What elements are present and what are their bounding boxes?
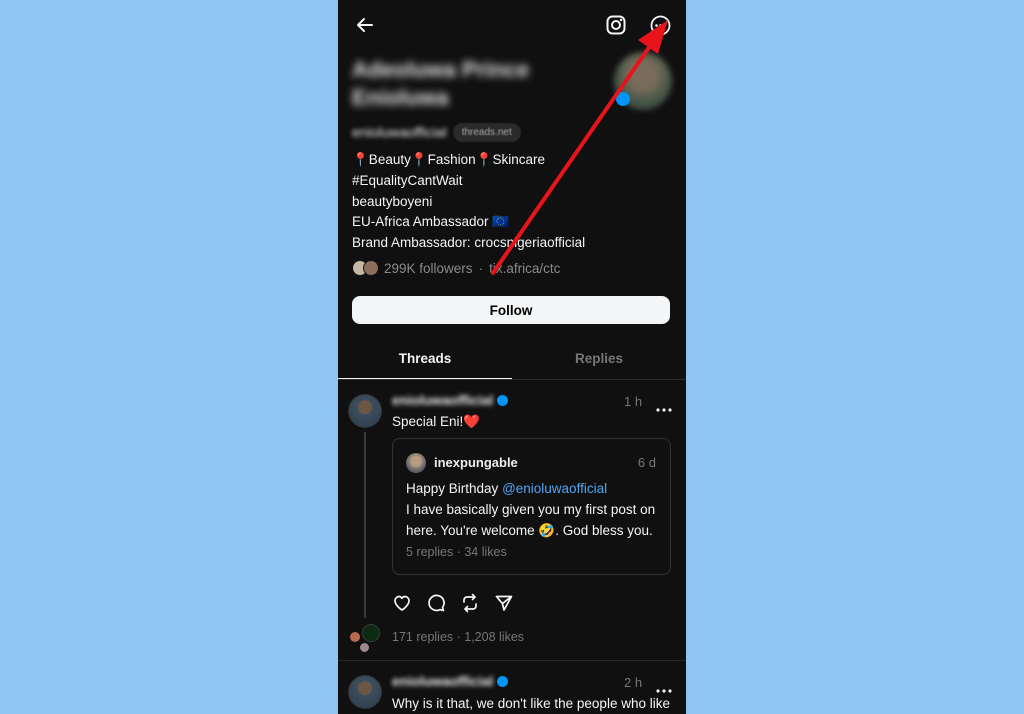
- quote-text: I have basically given you my first post…: [406, 501, 656, 538]
- handle-row: enioluwaofficial threads.net: [352, 121, 521, 143]
- verified-badge-icon: [616, 92, 630, 106]
- separator: ·: [478, 260, 484, 276]
- more-options-icon[interactable]: [649, 14, 671, 36]
- verified-badge-icon: [497, 395, 509, 406]
- post-username-row: enioluwaofficial: [392, 674, 509, 689]
- quote-time: 6 d: [637, 455, 656, 470]
- quote-body: Happy Birthday @enioluwaofficial I have …: [406, 479, 668, 541]
- bio-line: Brand Ambassador: crocsnigeriaofficial: [352, 235, 586, 251]
- repost-icon[interactable]: [460, 593, 480, 615]
- follower-avatar: [363, 260, 379, 276]
- profile-link[interactable]: tix.africa/ctc: [489, 261, 560, 276]
- post-avatar[interactable]: [348, 675, 382, 709]
- quoted-post[interactable]: inexpungable 6 d Happy Birthday @enioluw…: [392, 438, 671, 575]
- post-text: Why is it that, we don't like the people…: [392, 696, 670, 711]
- profile-name: Adeoluwa Prince Enioluwa: [352, 57, 530, 110]
- share-icon[interactable]: [494, 593, 514, 615]
- threads-profile-screen: Adeoluwa Prince Enioluwa enioluwaofficia…: [338, 0, 686, 714]
- post-actions: [392, 593, 514, 615]
- mention-link[interactable]: @enioluwaofficial: [502, 481, 607, 496]
- reply-avatar: [360, 643, 369, 652]
- reply-avatar: [350, 632, 360, 642]
- post-time: 2 h: [624, 675, 643, 690]
- back-arrow-icon[interactable]: [354, 14, 376, 36]
- bio-line: 📍Beauty📍Fashion📍Skincare: [352, 152, 546, 167]
- top-bar: [338, 0, 686, 52]
- threads-domain-pill: threads.net: [452, 122, 521, 142]
- post-more-icon[interactable]: [656, 399, 672, 417]
- post-time: 1 h: [624, 394, 643, 409]
- profile-tabs: Threads Replies: [338, 338, 686, 380]
- profile-handle: enioluwaofficial: [352, 124, 447, 140]
- quote-username[interactable]: inexpungable: [434, 455, 518, 470]
- post-divider: [338, 660, 686, 661]
- thread-line: [364, 432, 366, 618]
- bio-line[interactable]: #EqualityCantWait: [352, 171, 672, 192]
- bio-line: beautyboyeni: [352, 193, 433, 209]
- post-username-row: enioluwaofficial: [392, 393, 509, 408]
- follow-button[interactable]: Follow: [352, 296, 670, 324]
- comment-icon[interactable]: [426, 593, 446, 615]
- followers-row: 299K followers · tix.africa/ctc: [352, 258, 560, 278]
- post-stats[interactable]: 171 replies · 1,208 likes: [392, 630, 524, 644]
- bio-line: EU-Africa Ambassador 🇪🇺: [352, 214, 510, 230]
- followers-count[interactable]: 299K followers: [384, 261, 473, 276]
- instagram-icon[interactable]: [605, 14, 627, 36]
- post-text: Special Eni!❤️: [392, 414, 481, 429]
- post-avatar[interactable]: [348, 394, 382, 428]
- profile-bio: 📍Beauty📍Fashion📍Skincare #EqualityCantWa…: [352, 150, 672, 254]
- verified-badge-icon: [497, 676, 509, 687]
- tab-threads[interactable]: Threads: [338, 338, 512, 379]
- quote-stats[interactable]: 5 replies · 34 likes: [406, 545, 507, 559]
- quote-avatar[interactable]: [406, 453, 426, 473]
- quote-text: Happy Birthday: [406, 481, 503, 496]
- tab-replies[interactable]: Replies: [512, 338, 686, 378]
- post-username[interactable]: enioluwaofficial: [392, 674, 493, 689]
- heart-icon[interactable]: [392, 593, 412, 615]
- reply-avatar: [362, 624, 380, 642]
- post-username[interactable]: enioluwaofficial: [392, 393, 493, 408]
